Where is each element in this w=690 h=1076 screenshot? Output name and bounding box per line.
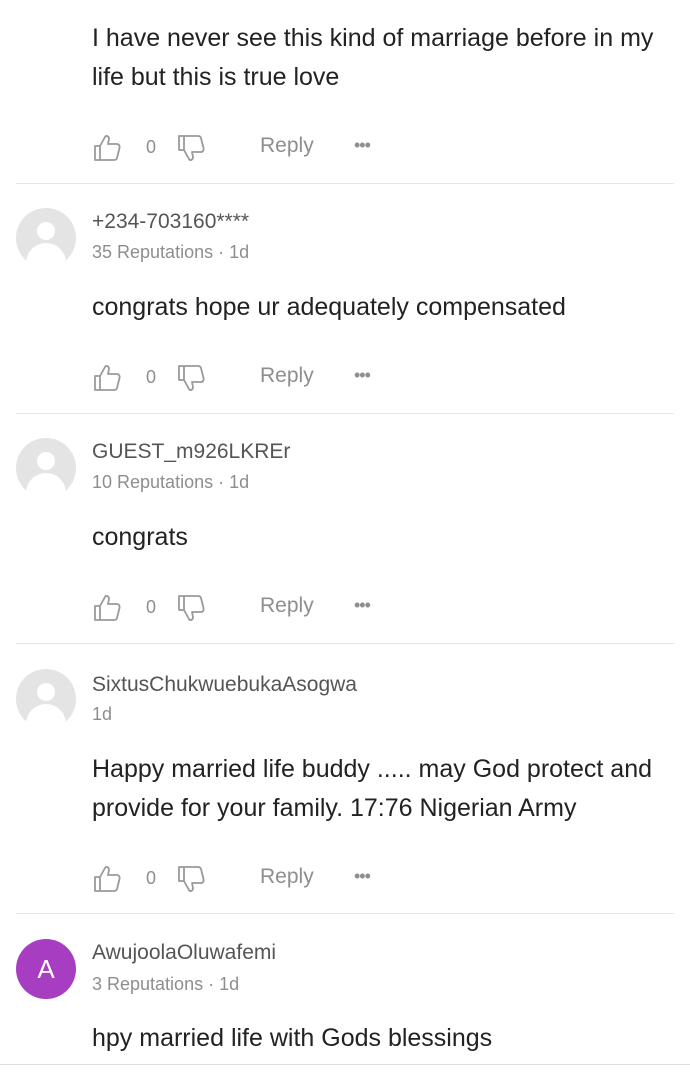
comment-item: GUEST_m926LKREr 10 Reputations · 1d cong…: [0, 414, 690, 644]
comment-actions: 0 Reply •••: [92, 131, 492, 165]
comment-text: hpy married life with Gods blessings: [92, 1024, 493, 1052]
thumbs-up-icon[interactable]: [92, 363, 122, 393]
like-count: 0: [146, 868, 157, 888]
comment-actions: 0 Reply •••: [92, 361, 492, 395]
more-dots-icon[interactable]: •••: [354, 595, 371, 616]
comment-meta: 10 Reputations · 1d: [92, 472, 250, 492]
thumbs-up-icon[interactable]: [92, 133, 122, 163]
comment-item: +234-703160**** 35 Reputations · 1d cong…: [0, 184, 690, 414]
thumbs-down-icon[interactable]: [176, 363, 206, 393]
comment-username[interactable]: +234-703160****: [92, 210, 249, 234]
comment-meta: 35 Reputations · 1d: [92, 242, 250, 262]
comment-item: A AwujoolaOluwafemi 3 Reputations · 1d h…: [0, 914, 690, 1064]
comment-actions: 0 Reply •••: [92, 591, 492, 625]
thumbs-down-icon[interactable]: [176, 593, 206, 623]
comment-item: SixtusChukwuebukaAsogwa 1d Happy married…: [0, 644, 690, 914]
default-avatar-icon[interactable]: [16, 669, 76, 729]
reply-button[interactable]: Reply: [260, 865, 314, 889]
comment-text: Happy married life buddy ..... may God p…: [92, 755, 652, 822]
thumbs-down-icon[interactable]: [176, 133, 206, 163]
thumbs-up-icon[interactable]: [92, 864, 122, 894]
more-dots-icon[interactable]: •••: [354, 866, 371, 887]
reply-button[interactable]: Reply: [260, 364, 314, 388]
default-avatar-icon[interactable]: [16, 438, 76, 498]
reply-button[interactable]: Reply: [260, 594, 314, 618]
comment-username[interactable]: SixtusChukwuebukaAsogwa: [92, 673, 357, 697]
comment-text: I have never see this kind of marriage b…: [92, 24, 654, 91]
comment-meta: 3 Reputations · 1d: [92, 974, 240, 994]
thumbs-down-icon[interactable]: [176, 864, 206, 894]
reply-button[interactable]: Reply: [260, 134, 314, 158]
comment-text: congrats hope ur adequately compensated: [92, 293, 566, 321]
more-dots-icon[interactable]: •••: [354, 135, 371, 156]
like-count: 0: [146, 597, 157, 617]
like-count: 0: [146, 137, 157, 157]
comment-actions: 0 Reply •••: [92, 862, 492, 896]
comment-meta: 1d: [92, 704, 113, 724]
comment-text: congrats: [92, 523, 188, 551]
comment-item: I have never see this kind of marriage b…: [0, 0, 690, 184]
default-avatar-icon[interactable]: [16, 208, 76, 268]
divider: [0, 1064, 690, 1065]
thumbs-up-icon[interactable]: [92, 593, 122, 623]
comment-username[interactable]: AwujoolaOluwafemi: [92, 941, 276, 965]
avatar[interactable]: A: [16, 939, 76, 999]
like-count: 0: [146, 367, 157, 387]
comment-username[interactable]: GUEST_m926LKREr: [92, 440, 290, 464]
more-dots-icon[interactable]: •••: [354, 365, 371, 386]
